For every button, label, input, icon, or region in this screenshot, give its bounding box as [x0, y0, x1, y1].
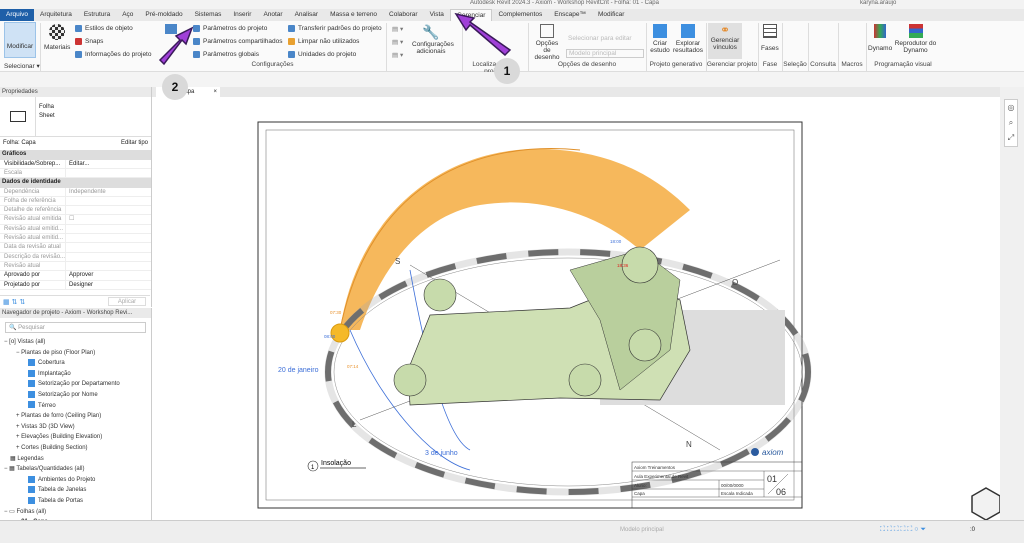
callout-2: 2: [162, 74, 188, 100]
callout-1: 1: [494, 58, 520, 84]
arrow-1: [454, 12, 512, 57]
arrow-2: [158, 26, 194, 66]
